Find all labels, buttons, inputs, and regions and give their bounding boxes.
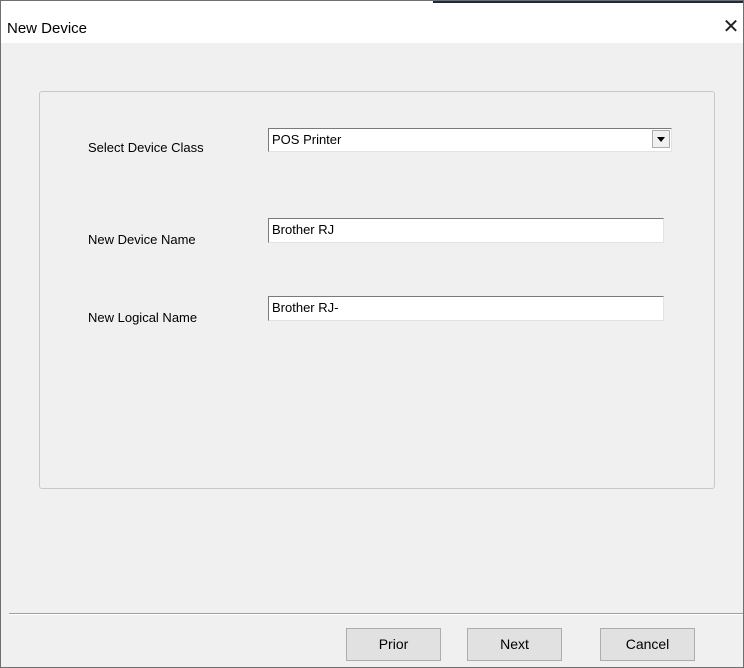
device-name-value: Brother RJ [272, 222, 335, 237]
chevron-down-icon [657, 137, 665, 142]
device-settings-group: Select Device Class POS Printer New Devi… [39, 91, 715, 489]
device-name-input[interactable]: Brother RJ [268, 218, 664, 243]
logical-name-value: Brother RJ- [272, 300, 339, 315]
device-class-value: POS Printer [272, 132, 342, 147]
cancel-button[interactable]: Cancel [600, 628, 695, 661]
logical-name-label: New Logical Name [88, 310, 198, 325]
footer-separator-highlight [9, 614, 743, 615]
close-icon[interactable]: ✕ [719, 15, 743, 39]
device-class-label: Select Device Class [88, 140, 204, 155]
new-device-dialog: New Device ✕ Select Device Class POS Pri… [0, 0, 744, 668]
dropdown-button[interactable] [652, 130, 670, 148]
title-bar: New Device ✕ [1, 1, 743, 43]
prior-button[interactable]: Prior [346, 628, 441, 661]
next-button[interactable]: Next [467, 628, 562, 661]
device-name-label: New Device Name [88, 232, 196, 247]
device-class-select[interactable]: POS Printer [268, 128, 672, 152]
title-bar-accent [433, 1, 743, 3]
logical-name-input[interactable]: Brother RJ- [268, 296, 664, 321]
window-title: New Device [7, 20, 88, 37]
